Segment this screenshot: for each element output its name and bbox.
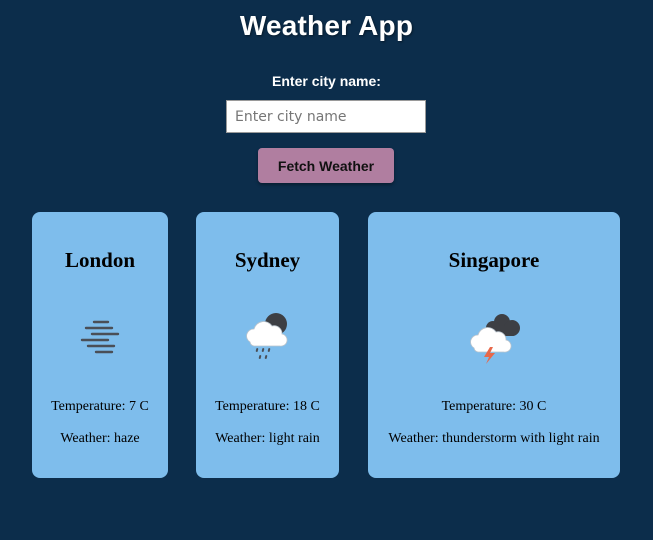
thunderstorm-icon — [462, 308, 526, 364]
light-rain-icon — [236, 308, 300, 364]
city-input[interactable] — [226, 100, 426, 133]
fetch-weather-button[interactable]: Fetch Weather — [258, 148, 394, 183]
card-city-name: Singapore — [448, 248, 540, 272]
card-temperature: Temperature: 18 C — [215, 399, 320, 414]
weather-card-singapore: Singapore Temperature: 30 C Weather: thu… — [368, 212, 620, 478]
haze-icon — [68, 308, 132, 364]
city-input-label: Enter city name: — [272, 73, 381, 89]
card-temperature: Temperature: 30 C — [441, 399, 547, 414]
card-city-name: Sydney — [234, 248, 301, 272]
card-weather-description: Weather: light rain — [215, 431, 320, 446]
weather-card-sydney: Sydney Temperature: 18 C Weather: light … — [196, 212, 339, 478]
card-temperature: Temperature: 7 C — [51, 399, 149, 414]
app-title: Weather App — [239, 10, 414, 41]
card-city-name: London — [64, 248, 136, 272]
card-weather-description: Weather: thunderstorm with light rain — [388, 431, 600, 446]
card-weather-description: Weather: haze — [60, 431, 140, 446]
weather-card-london: London Temperature: 7 C Weather: haze — [32, 212, 168, 478]
